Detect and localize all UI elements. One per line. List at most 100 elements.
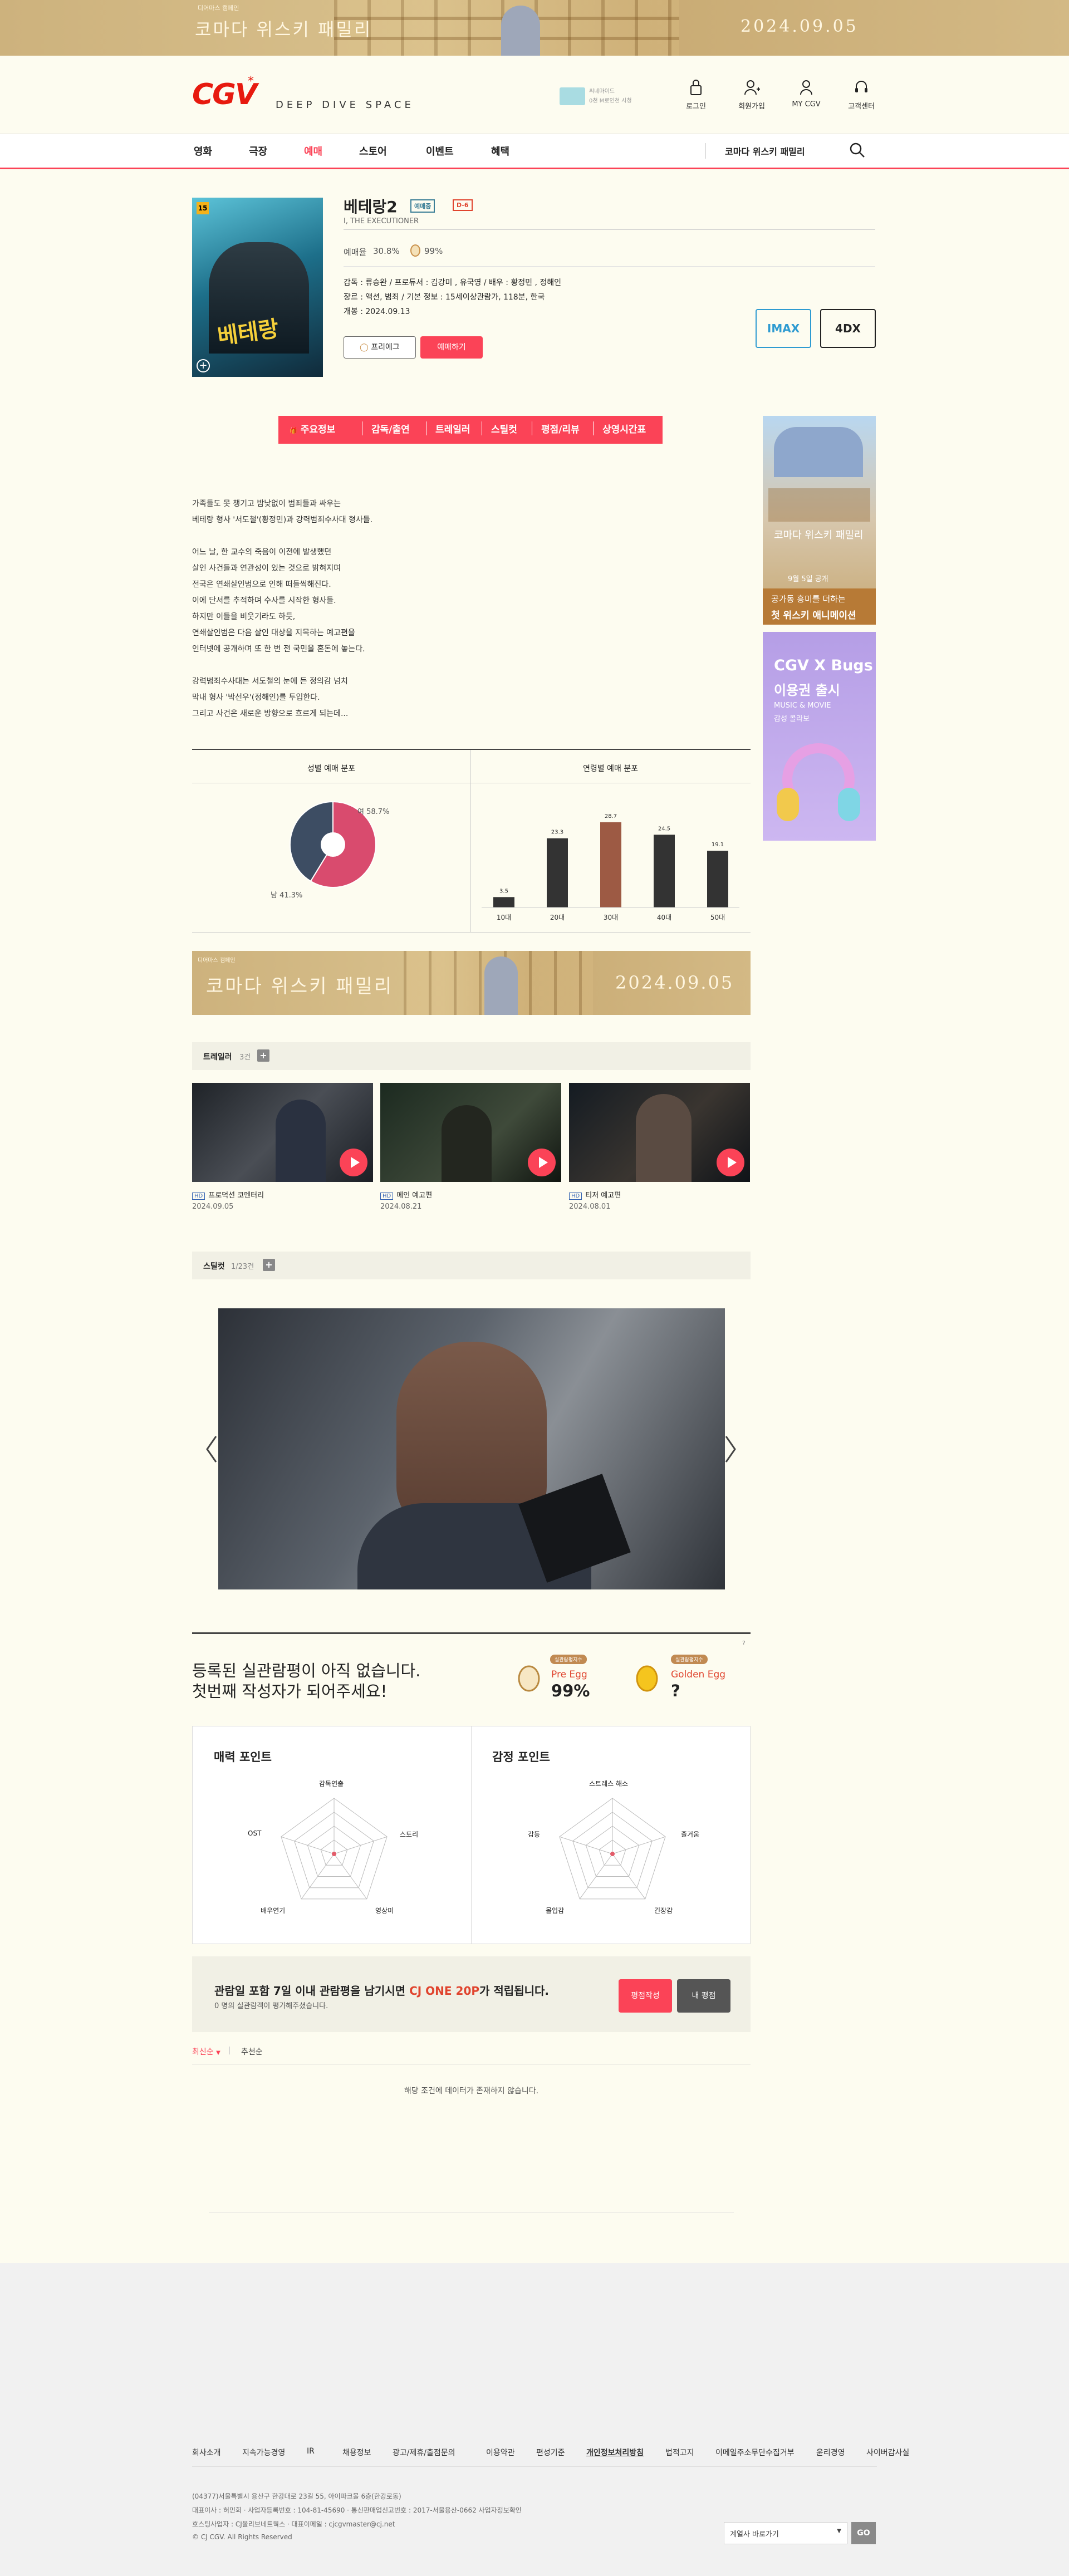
footer-link[interactable]: 개인정보처리방침 xyxy=(586,2447,644,2458)
movie-poster[interactable]: 15 베테랑 + xyxy=(192,198,323,377)
synopsis-line: 전국은 연쇄살인범으로 인해 떠들썩해진다. xyxy=(192,580,331,589)
poster-zoom-icon[interactable]: + xyxy=(197,359,210,372)
go-button[interactable]: GO xyxy=(851,2522,876,2544)
footer-link[interactable]: IR xyxy=(307,2447,315,2456)
bar-30대 xyxy=(600,822,621,907)
plus-icon: + xyxy=(257,1049,269,1062)
sort-recommend[interactable]: 추천순 xyxy=(241,2046,263,2057)
footer-link[interactable]: 사이버감사실 xyxy=(866,2447,909,2458)
charm-radar xyxy=(281,1798,388,1900)
character-illustration xyxy=(501,6,540,56)
my-cgv-link[interactable]: MY CGV xyxy=(784,78,828,109)
radar-spoke xyxy=(334,1836,388,1854)
thumbnail-figure xyxy=(276,1100,326,1182)
footer-link[interactable]: 채용정보 xyxy=(342,2447,371,2458)
tab-main-info[interactable]: 🎁 주요정보 xyxy=(290,421,335,435)
next-arrow-icon[interactable] xyxy=(724,1435,737,1465)
footer-link[interactable]: 법적고지 xyxy=(665,2447,694,2458)
header-ad-icon[interactable] xyxy=(560,87,585,105)
play-icon[interactable] xyxy=(340,1149,367,1176)
nav-promo[interactable]: 코마다 위스키 패밀리 xyxy=(725,144,805,158)
footer-link[interactable]: 편성기준 xyxy=(536,2447,565,2458)
trailer-item-title[interactable]: HD 프로덕션 코멘터리 xyxy=(192,1189,264,1200)
tab-still[interactable]: 스틸컷 xyxy=(482,421,517,435)
footer-link[interactable]: 광고/제휴/출점문의 xyxy=(393,2447,455,2458)
bugs-ad[interactable]: CGV X Bugs 이용권 출시 MUSIC & MOVIE 감성 콜라보 xyxy=(763,632,876,841)
banner-subtitle: 디어마스 캠페인 xyxy=(198,958,236,964)
english-title: I, THE EXECUTIONER xyxy=(344,217,419,225)
synopsis-line: 어느 날, 한 교수의 죽음이 이전에 발생했던 xyxy=(192,548,332,557)
nav-event[interactable]: 이벤트 xyxy=(426,144,454,158)
login-label: 로그인 xyxy=(686,102,706,111)
bar-20대 xyxy=(547,838,568,907)
radar-label: 스토리 xyxy=(400,1831,419,1838)
ad1-line1: 코마다 위스키 패밀리 xyxy=(774,529,864,541)
nav-theater[interactable]: 극장 xyxy=(249,144,267,158)
hd-badge: HD xyxy=(569,1193,582,1200)
age-rating-icon: 15 xyxy=(197,202,209,214)
customer-center-link[interactable]: 고객센터 xyxy=(839,78,884,111)
login-link[interactable]: 로그인 xyxy=(674,78,718,111)
dday-badge: D-6 xyxy=(453,199,473,211)
prev-arrow-icon[interactable] xyxy=(205,1435,218,1465)
character-illustration xyxy=(484,956,518,1015)
whisky-ad[interactable]: 코마다 위스키 패밀리 9월 5일 공개 공가동 흥미를 더하는 첫 위스키 애… xyxy=(763,416,876,625)
play-icon[interactable] xyxy=(717,1149,744,1176)
footer-link[interactable]: 이용약관 xyxy=(486,2447,515,2458)
caret-down-icon: ▼ xyxy=(216,2050,220,2056)
bar-category-label: 40대 xyxy=(657,914,671,921)
play-icon[interactable] xyxy=(528,1149,556,1176)
still-more-button[interactable]: + xyxy=(263,1259,275,1271)
footer-link[interactable]: 윤리경영 xyxy=(816,2447,845,2458)
4dx-format-button[interactable]: 4DX xyxy=(820,309,876,348)
nav-store[interactable]: 스토어 xyxy=(359,144,387,158)
add-user-icon xyxy=(744,80,760,95)
prebook-button[interactable]: ◯ 프리에그 xyxy=(344,336,416,359)
nav-movie[interactable]: 영화 xyxy=(194,144,212,158)
footer-link[interactable]: 지속가능경영 xyxy=(242,2447,285,2458)
trailer-thumbnail[interactable] xyxy=(192,1083,373,1182)
signup-link[interactable]: 회원가입 xyxy=(729,78,774,111)
nav-booking[interactable]: 예매 xyxy=(304,144,322,158)
nav-benefit[interactable]: 혜택 xyxy=(491,144,509,158)
pre-egg-value: 99% xyxy=(551,1681,590,1700)
write-review-button[interactable]: 평점작성 xyxy=(619,1979,672,2013)
thumbnail-figure xyxy=(636,1094,692,1182)
my-review-button[interactable]: 내 평점 xyxy=(677,1979,730,2013)
trailer-item-title[interactable]: HD 티저 예고편 xyxy=(569,1189,621,1200)
cgv-logo[interactable]: CGV * xyxy=(192,75,276,117)
trailer-thumbnail[interactable] xyxy=(380,1083,561,1182)
tab-cast[interactable]: 감독/출연 xyxy=(362,421,410,435)
point-message: 관람일 포함 7일 이내 관람평을 남기시면 CJ ONE 20P가 적립됩니다… xyxy=(214,1984,549,1998)
tab-trailer[interactable]: 트레일러 xyxy=(426,421,470,435)
family-site-select[interactable]: 계열사 바로가기 ▼ xyxy=(724,2522,847,2544)
status-badge: 예매중 xyxy=(410,199,435,213)
imax-format-button[interactable]: IMAX xyxy=(756,309,811,348)
footer-link[interactable]: 회사소개 xyxy=(192,2447,221,2458)
egg-value: 99% xyxy=(424,246,443,256)
gift-icon: 🎁 xyxy=(290,427,297,434)
mid-banner[interactable]: 디어마스 캠페인 코마다 위스키 패밀리 2024.09.05 xyxy=(192,951,751,1015)
radar-label: 감동 xyxy=(528,1831,541,1838)
synopsis-line: 막내 형사 '박선우'(정해인)를 투입한다. xyxy=(192,693,320,702)
trailer-item-title[interactable]: HD 메인 예고편 xyxy=(380,1189,432,1200)
still-count: 1/23건 xyxy=(231,1263,254,1271)
tab-review[interactable]: 평점/리뷰 xyxy=(532,421,580,435)
synopsis-line: 살인 사건들과 연관성이 있는 것으로 밝혀지며 xyxy=(192,564,341,573)
headset-icon xyxy=(855,81,867,92)
footer-link[interactable]: 이메일주소무단수집거부 xyxy=(715,2447,795,2458)
trailer-thumbnail[interactable] xyxy=(569,1083,750,1182)
tab-schedule[interactable]: 상영시간표 xyxy=(593,421,646,435)
sort-latest[interactable]: 최신순 ▼ xyxy=(192,2046,220,2057)
synopsis-line: 이에 단서를 추적하며 수사를 시작한 형사들. xyxy=(192,596,336,605)
customer-center-label: 고객센터 xyxy=(848,102,875,111)
movie-genre: 장르 : 액션, 범죄 / 기본 정보 : 15세이상관람가, 118분, 한국 xyxy=(344,293,545,302)
trailer-more-button[interactable]: + xyxy=(257,1049,269,1062)
banner-subtitle: 디어마스 캠페인 xyxy=(198,4,239,12)
pre-egg-badge: 실관람평지수 xyxy=(550,1655,587,1664)
radar-label: OST xyxy=(248,1829,262,1837)
help-icon[interactable]: ? xyxy=(742,1640,746,1647)
top-banner[interactable]: 디어마스 캠페인 코마다 위스키 패밀리 2024.09.05 xyxy=(0,0,1069,56)
search-icon[interactable] xyxy=(849,142,866,161)
book-button[interactable]: 예매하기 xyxy=(420,336,483,359)
